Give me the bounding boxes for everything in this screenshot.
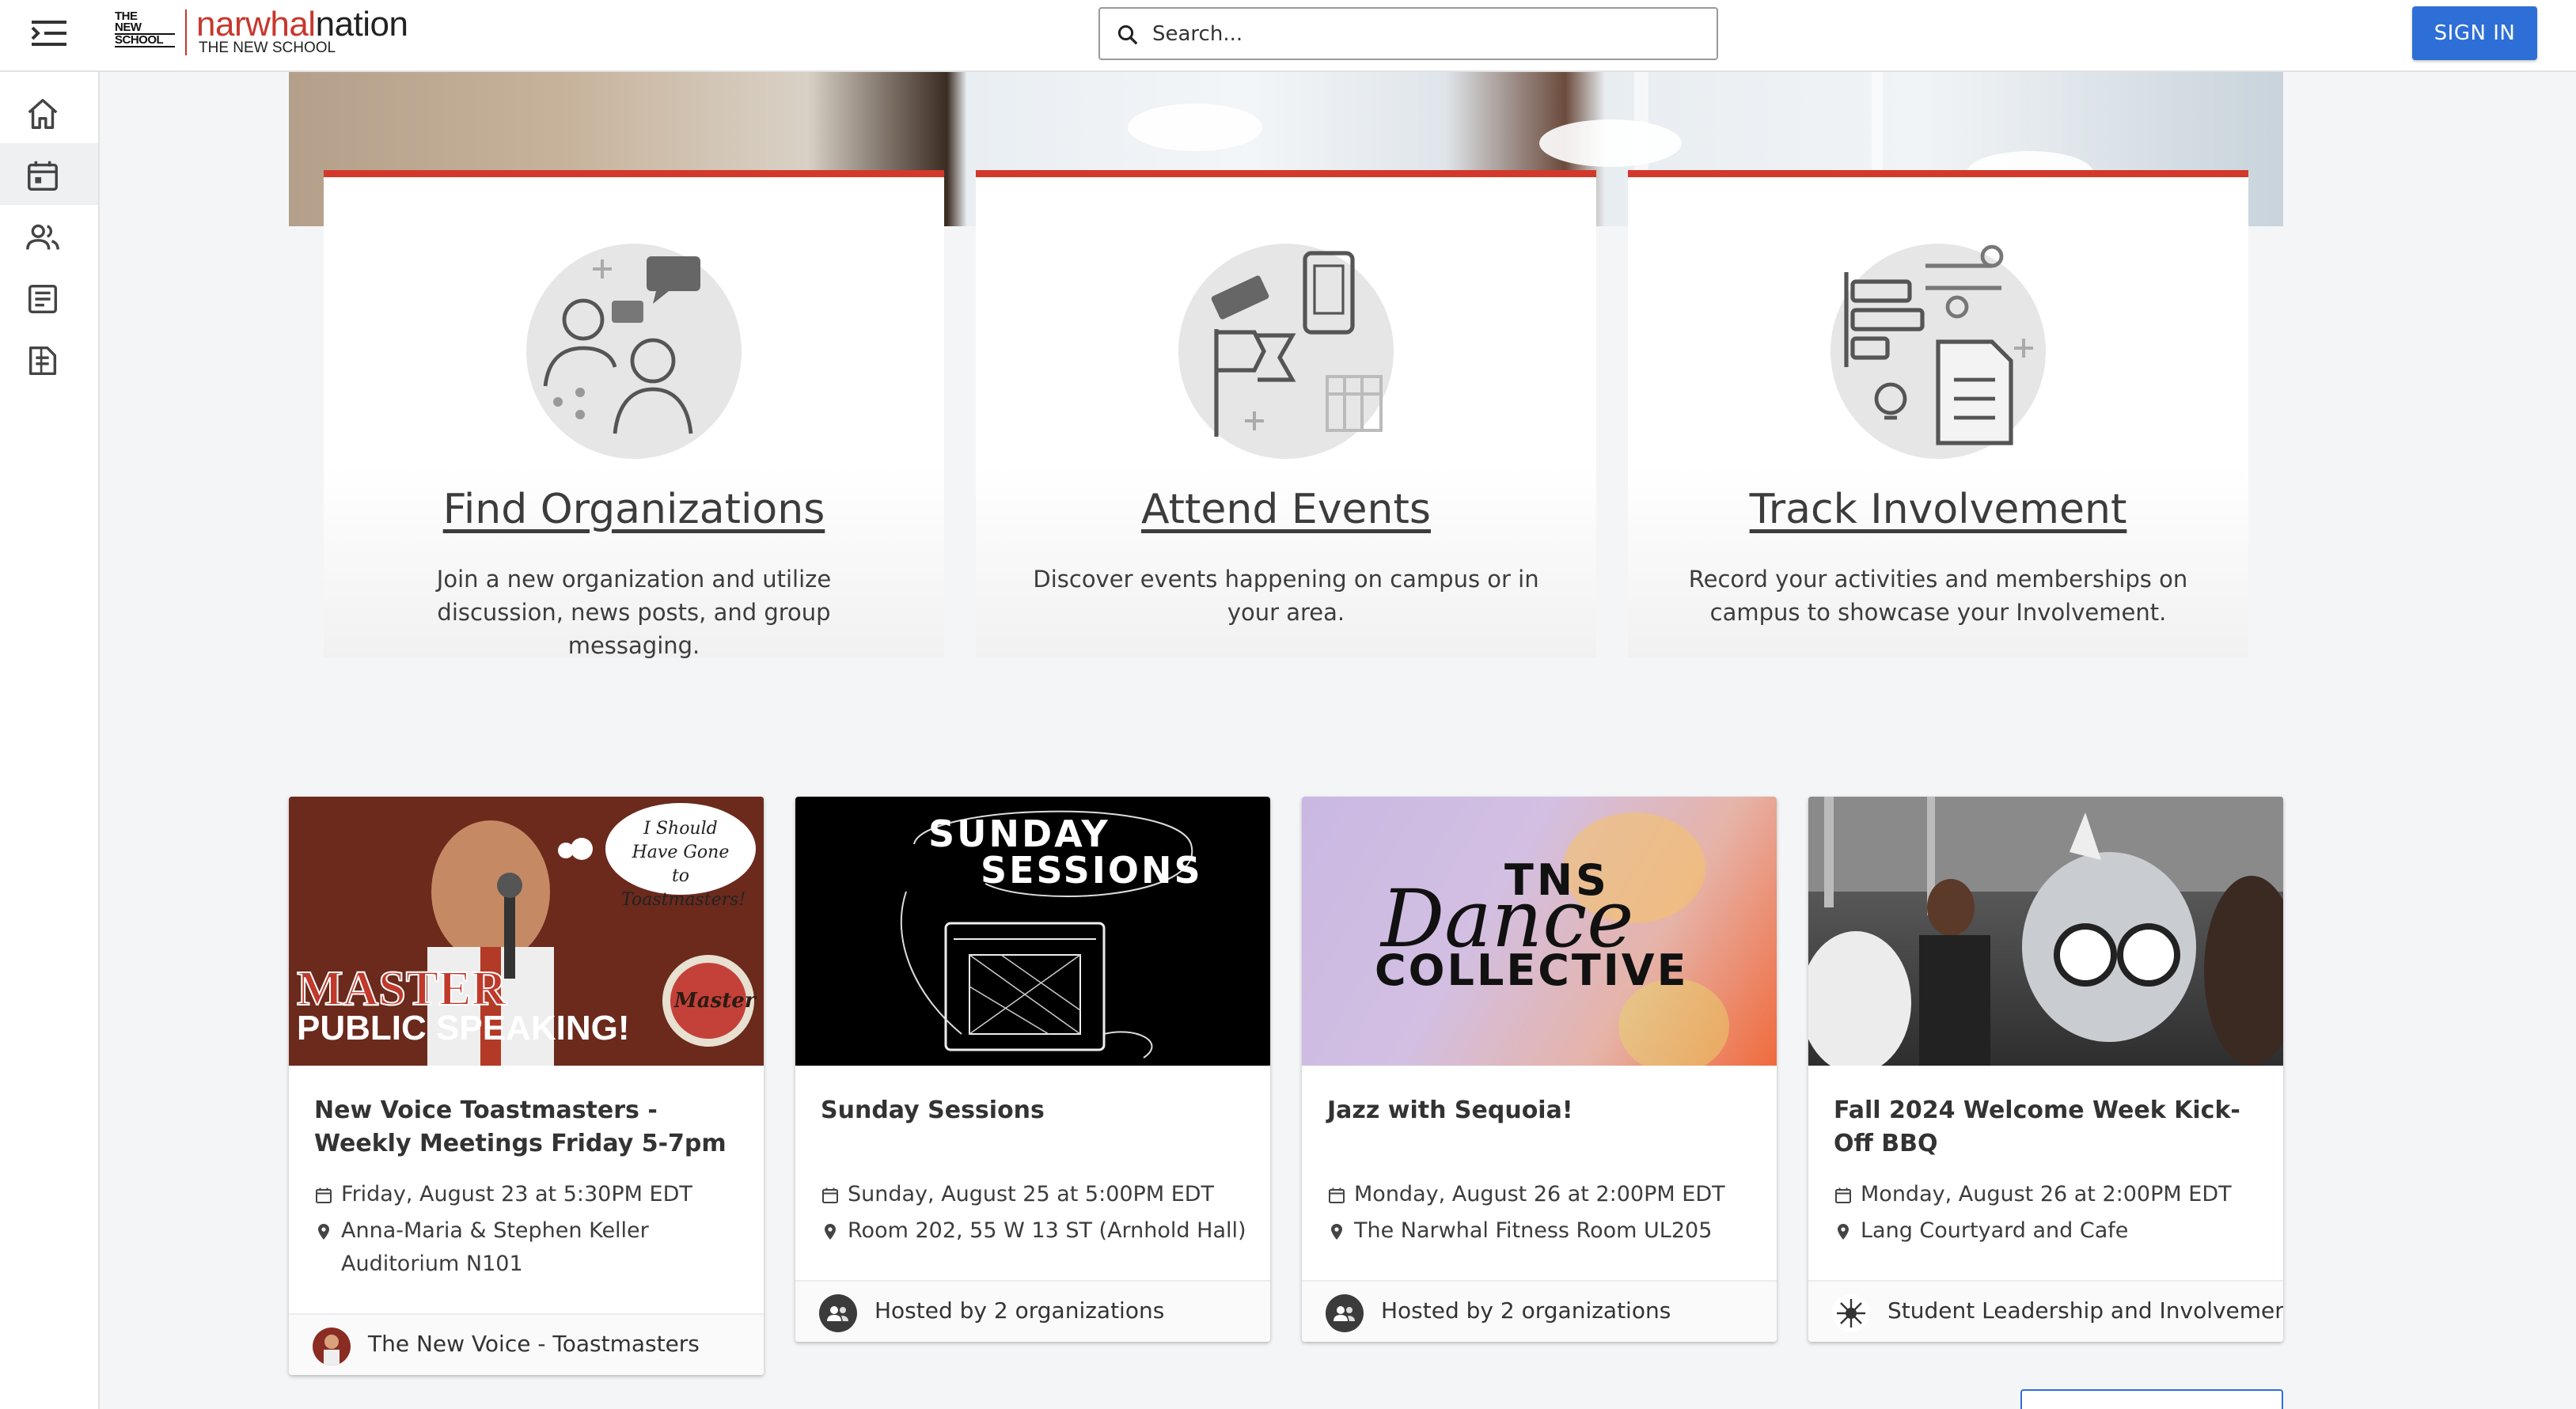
calendar-icon: [28, 161, 58, 191]
brand-subtitle: THE NEW SCHOOL: [199, 40, 336, 56]
event-title: Jazz with Sequoia!: [1327, 1097, 1573, 1124]
host-logo-icon: [1832, 1294, 1870, 1332]
calendar-icon: [1835, 1187, 1851, 1203]
location-pin-icon: [1331, 1224, 1342, 1240]
event-host: Student Leadership and Involvement: [1808, 1280, 2283, 1342]
top-app-bar: THE NEW SCHOOL narwhalnation THE NEW SCH…: [0, 0, 2576, 72]
search-input[interactable]: [1152, 15, 1706, 53]
event-title: Fall 2024 Welcome Week Kick-Off BBQ: [1834, 1097, 2240, 1157]
organizations-illustration-icon: [526, 244, 742, 459]
host-name: The New Voice - Toastmasters: [368, 1331, 700, 1357]
event-card[interactable]: I Should Have Gone to Toastmasters! MAST…: [289, 797, 764, 1375]
feature-description: Join a new organization and utilize disc…: [436, 566, 832, 659]
event-host: Hosted by 2 organizations: [1302, 1280, 1777, 1342]
events-illustration-icon: [1178, 244, 1394, 459]
event-date-text: Sunday, August 25 at 5:00PM EDT: [848, 1182, 1215, 1206]
event-image: I Should Have Gone to Toastmasters! MAST…: [289, 797, 764, 1066]
event-date: Friday, August 23 at 5:30PM EDT: [314, 1178, 749, 1211]
event-image: TNS Dance COLLECTIVE: [1302, 797, 1777, 1066]
calendar-icon: [316, 1187, 332, 1203]
event-date: Monday, August 26 at 2:00PM EDT: [1327, 1178, 1762, 1211]
event-host: The New Voice - Toastmasters: [289, 1313, 764, 1375]
feature-card-involvement: Track Involvement Record your activities…: [1628, 170, 2248, 657]
image-badge-text: Master: [674, 989, 756, 1013]
brand-first: narwhal: [196, 5, 316, 44]
brand-name[interactable]: narwhalnation: [196, 5, 408, 44]
event-card[interactable]: Fall 2024 Welcome Week Kick-Off BBQ Mond…: [1808, 797, 2283, 1342]
feature-description: Discover events happening on campus or i…: [1033, 566, 1539, 626]
sidebar-item-events[interactable]: [0, 143, 98, 205]
involvement-illustration-icon: [1831, 244, 2046, 459]
event-location: Anna-Maria & Stephen Keller Auditorium N…: [314, 1214, 749, 1281]
event-image: SUNDAY SESSIONS: [795, 797, 1270, 1066]
host-name: Student Leadership and Involvement: [1887, 1297, 2283, 1324]
event-host: Hosted by 2 organizations: [795, 1280, 1270, 1342]
school-logo[interactable]: THE NEW SCHOOL: [115, 10, 175, 55]
feature-description: Record your activities and memberships o…: [1688, 566, 2188, 626]
people-icon: [26, 224, 59, 250]
host-avatar: [313, 1328, 351, 1365]
logo-text: SCHOOL: [115, 33, 175, 47]
event-date: Monday, August 26 at 2:00PM EDT: [1834, 1178, 2269, 1211]
sidebar-item-news[interactable]: [0, 267, 98, 328]
event-location-text: Anna-Maria & Stephen Keller Auditorium N…: [341, 1218, 649, 1276]
image-headline-text: PUBLIC SPEAKING!: [297, 1009, 630, 1047]
location-pin-icon: [318, 1224, 329, 1240]
brand-second: nation: [315, 5, 408, 44]
event-location: The Narwhal Fitness Room UL205: [1327, 1214, 1762, 1248]
group-icon: [1326, 1294, 1364, 1332]
event-date-text: Friday, August 23 at 5:30PM EDT: [341, 1182, 692, 1206]
event-date-text: Monday, August 26 at 2:00PM EDT: [1354, 1182, 1725, 1206]
calendar-icon: [822, 1187, 838, 1203]
logo-divider: [185, 9, 187, 55]
find-organizations-link[interactable]: Find Organizations: [324, 486, 944, 533]
attend-events-link[interactable]: Attend Events: [976, 486, 1596, 533]
event-location-text: Room 202, 55 W 13 ST (Arnhold Hall): [848, 1218, 1246, 1243]
event-location: Room 202, 55 W 13 ST (Arnhold Hall): [821, 1214, 1256, 1248]
feature-card-events: Attend Events Discover events happening …: [976, 170, 1596, 657]
event-location: Lang Courtyard and Cafe: [1834, 1214, 2269, 1248]
event-location-text: Lang Courtyard and Cafe: [1861, 1218, 2129, 1243]
image-headline-text: SESSIONS: [981, 849, 1203, 892]
side-navigation: [0, 72, 100, 1409]
event-card[interactable]: SUNDAY SESSIONS Sunday Sessions Sunday, …: [795, 797, 1270, 1342]
sign-in-button[interactable]: SIGN IN: [2412, 6, 2537, 60]
logo-text: NEW: [115, 21, 142, 34]
image-headline-text: COLLECTIVE: [1375, 945, 1689, 995]
sidebar-item-organizations[interactable]: [0, 205, 98, 267]
image-speech-bubble-text: I Should Have Gone to Toastmasters!: [621, 819, 746, 910]
event-date-text: Monday, August 26 at 2:00PM EDT: [1861, 1182, 2232, 1206]
event-date: Sunday, August 25 at 5:00PM EDT: [821, 1178, 1256, 1211]
menu-toggle-icon[interactable]: [30, 19, 70, 47]
news-icon: [28, 284, 58, 314]
sidebar-item-forms[interactable]: [0, 328, 98, 390]
forms-icon: [28, 346, 57, 376]
event-image: [1808, 797, 2283, 1066]
feature-card-organizations: Find Organizations Join a new organizati…: [324, 170, 944, 659]
host-name: Hosted by 2 organizations: [874, 1297, 1165, 1324]
event-location-text: The Narwhal Fitness Room UL205: [1354, 1218, 1713, 1243]
search-box[interactable]: [1098, 7, 1718, 60]
event-title: Sunday Sessions: [821, 1097, 1045, 1124]
event-title: New Voice Toastmasters - Weekly Meetings…: [314, 1097, 727, 1157]
search-icon: [1117, 25, 1138, 45]
home-icon: [28, 99, 58, 129]
location-pin-icon: [1838, 1224, 1849, 1240]
view-more-button[interactable]: [2020, 1389, 2283, 1409]
host-name: Hosted by 2 organizations: [1381, 1297, 1671, 1324]
track-involvement-link[interactable]: Track Involvement: [1628, 486, 2248, 533]
location-pin-icon: [825, 1224, 836, 1240]
group-icon: [819, 1294, 857, 1332]
sidebar-item-home[interactable]: [0, 81, 98, 143]
calendar-icon: [1329, 1187, 1345, 1203]
event-card[interactable]: TNS Dance COLLECTIVE Jazz with Sequoia! …: [1302, 797, 1777, 1342]
